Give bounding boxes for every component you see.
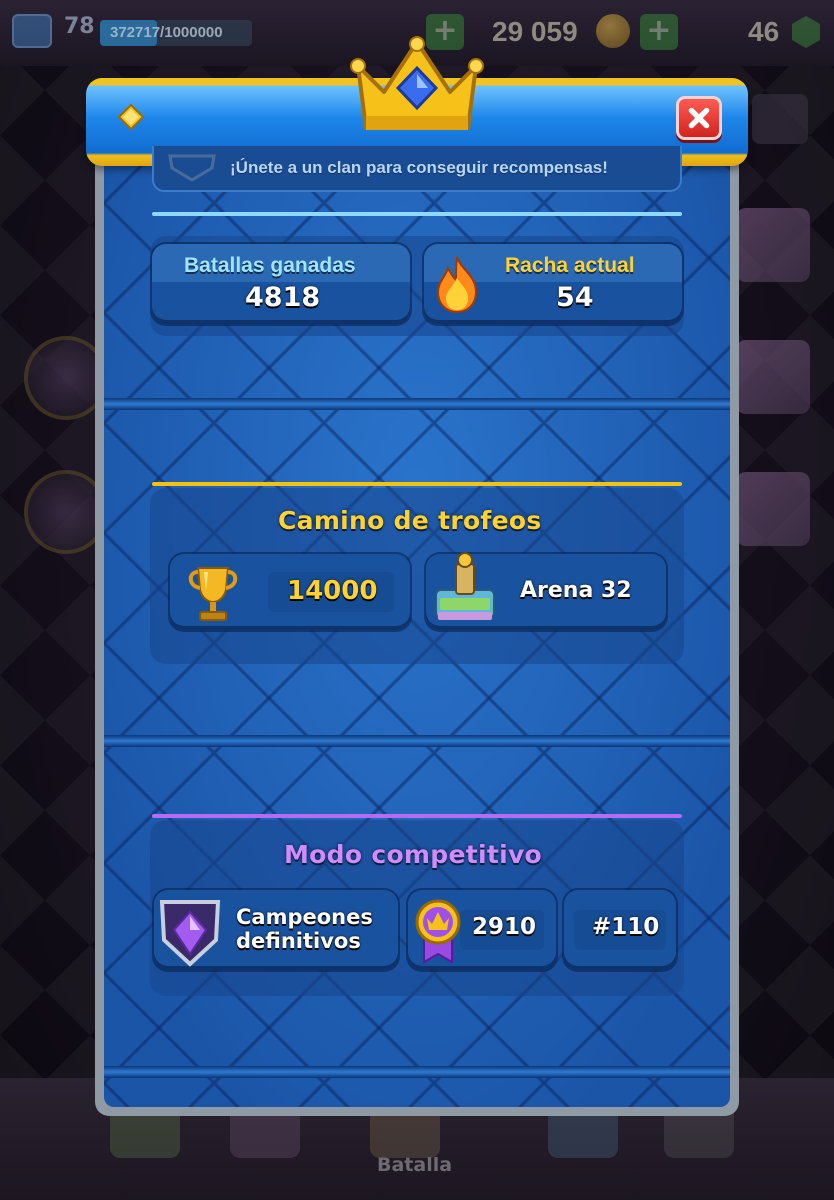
trophy-road-title: Camino de trofeos xyxy=(278,506,542,535)
competitive-divider xyxy=(152,814,682,818)
diamond-icon xyxy=(118,104,144,130)
menu-icon[interactable] xyxy=(752,94,808,144)
stats-divider xyxy=(152,212,682,216)
trophy-road-divider xyxy=(152,482,682,486)
current-streak-label: Racha actual xyxy=(505,254,635,277)
close-icon xyxy=(688,107,710,129)
competitive-title: Modo competitivo xyxy=(284,840,543,869)
side-crown-chest-icon[interactable] xyxy=(736,208,810,282)
gem-icon xyxy=(792,16,820,48)
current-streak-value: 54 xyxy=(556,282,594,313)
crown-icon xyxy=(350,36,484,130)
join-clan-text: ¡Únete a un clan para conseguir recompen… xyxy=(230,158,608,177)
side-cards-icon[interactable] xyxy=(736,340,810,414)
add-gems-button[interactable]: + xyxy=(640,14,678,50)
profile-icon[interactable] xyxy=(12,14,52,48)
battles-won-label: Batallas ganadas xyxy=(184,254,356,277)
section-separator xyxy=(104,735,730,747)
competitive-rank: #110 xyxy=(592,914,660,940)
section-separator xyxy=(104,398,730,410)
trophy-icon xyxy=(188,567,238,621)
nav-battle-label[interactable]: Batalla xyxy=(377,1154,452,1176)
battles-won-value: 4818 xyxy=(245,282,321,313)
player-level: 78 xyxy=(64,14,95,39)
fire-icon xyxy=(436,256,478,314)
side-pass-icon[interactable] xyxy=(736,472,810,546)
competitive-rating: 2910 xyxy=(472,914,537,940)
arena-name: Arena 32 xyxy=(520,578,632,603)
league-name-line2: definitivos xyxy=(236,929,361,953)
gems-amount: 46 xyxy=(748,16,780,47)
crown-medal-icon xyxy=(415,899,461,964)
trophy-count: 14000 xyxy=(287,576,378,606)
ultimate-champion-badge-icon xyxy=(159,900,221,967)
arena-icon xyxy=(435,552,495,620)
xp-text: 372717/1000000 xyxy=(110,24,223,41)
gold-coin-icon xyxy=(596,14,630,48)
section-separator xyxy=(104,1066,730,1078)
league-name-line1: Campeones xyxy=(236,905,373,929)
clan-shield-icon xyxy=(168,154,216,182)
gold-amount: 29 059 xyxy=(492,16,578,47)
close-button[interactable] xyxy=(676,96,722,140)
